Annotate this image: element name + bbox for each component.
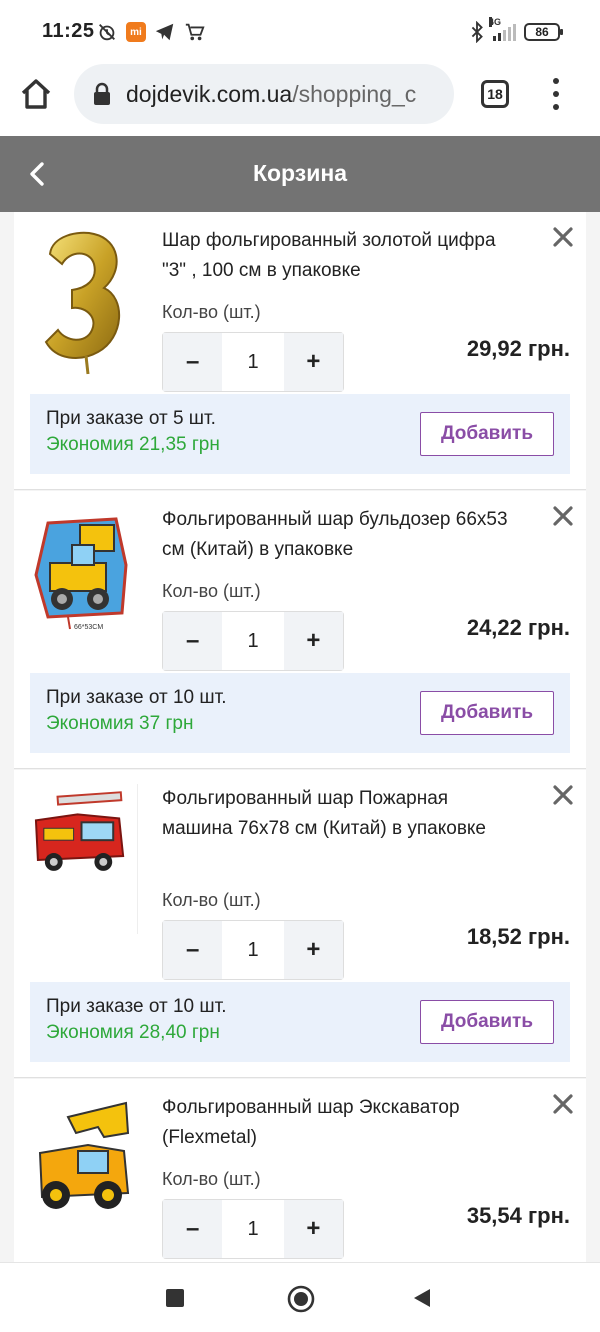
status-bar: 11:25 mi 4G 86 — [0, 0, 600, 64]
quantity-input[interactable]: 1 — [222, 612, 284, 670]
promo-savings: Экономия 28,40 грн — [46, 1022, 220, 1043]
increment-button[interactable]: + — [283, 1200, 343, 1258]
mi-app-icon: mi — [126, 22, 146, 42]
page-title: Корзина — [252, 160, 348, 186]
excavator-balloon-icon[interactable] — [28, 1093, 138, 1243]
bulk-discount-promo: При заказе от 5 шт. Экономия 21,35 грн Д… — [30, 394, 570, 474]
url-path: /shopping_c — [292, 80, 417, 107]
url-text: dojdevik.com.ua/shopping_c — [126, 81, 416, 108]
promo-condition: При заказе от 5 шт. — [46, 408, 216, 429]
signal-icon: 4G — [489, 17, 516, 41]
browser-toolbar: dojdevik.com.ua/shopping_c 18 — [0, 64, 600, 136]
page-header: Корзина — [0, 136, 600, 212]
item-price: 18,52 грн. — [466, 924, 570, 949]
qty-label: Кол-во (шт.) — [162, 581, 261, 601]
qty-label: Кол-во (шт.) — [162, 1169, 261, 1189]
recent-apps-icon[interactable] — [166, 1289, 184, 1307]
shopping-cart-icon — [185, 23, 205, 41]
fire-truck-balloon-icon[interactable] — [28, 784, 138, 934]
cart-item: Фольгированный шар Пожарная машина 76х78… — [14, 770, 586, 1078]
item-price: 35,54 грн. — [466, 1203, 570, 1228]
item-name[interactable]: Шар фольгированный золотой цифра "3" , 1… — [162, 226, 522, 286]
cart-item: Шар фольгированный золотой цифра "3" , 1… — [14, 212, 586, 490]
quantity-input[interactable]: 1 — [222, 333, 284, 391]
decrement-button[interactable]: – — [163, 921, 223, 979]
cart-list[interactable]: Шар фольгированный золотой цифра "3" , 1… — [0, 212, 600, 1262]
image-caption: 66*53CM — [74, 624, 103, 631]
status-system-icons: 4G 86 — [469, 17, 563, 46]
bulk-discount-promo: При заказе от 10 шт. Экономия 37 грн Доб… — [30, 673, 570, 753]
item-name[interactable]: Фольгированный шар Пожарная машина 76х78… — [162, 784, 522, 844]
promo-savings: Экономия 21,35 грн — [46, 434, 220, 455]
quantity-stepper: – 1 + — [162, 332, 344, 392]
alarm-off-icon — [99, 24, 115, 41]
close-icon[interactable] — [552, 226, 574, 248]
cart-item: Фольгированный шар Экскаватор (Flexmetal… — [14, 1079, 586, 1262]
network-type: 4G — [489, 17, 502, 27]
gold-number-3-balloon-icon[interactable] — [28, 226, 138, 376]
lock-icon — [94, 82, 110, 105]
bulk-discount-promo: При заказе от 10 шт. Экономия 28,40 грн … — [30, 982, 570, 1062]
bluetooth-icon — [471, 21, 483, 43]
promo-condition: При заказе от 10 шт. — [46, 687, 227, 708]
increment-button[interactable]: + — [283, 921, 343, 979]
overflow-menu-icon[interactable] — [546, 78, 566, 110]
quantity-input[interactable]: 1 — [222, 921, 284, 979]
close-icon[interactable] — [552, 784, 574, 806]
add-button[interactable]: Добавить — [420, 691, 554, 735]
decrement-button[interactable]: – — [163, 333, 223, 391]
quantity-stepper: – 1 + — [162, 1199, 344, 1259]
promo-savings: Экономия 37 грн — [46, 713, 194, 734]
qty-label: Кол-во (шт.) — [162, 302, 261, 322]
bulldozer-balloon-icon[interactable]: 66*53CM — [28, 505, 138, 655]
decrement-button[interactable]: – — [163, 1200, 223, 1258]
promo-condition: При заказе от 10 шт. — [46, 996, 227, 1017]
close-icon[interactable] — [552, 505, 574, 527]
url-domain: dojdevik.com.ua — [126, 80, 293, 107]
quantity-input[interactable]: 1 — [222, 1200, 284, 1258]
decrement-button[interactable]: – — [163, 612, 223, 670]
battery-indicator: 86 — [524, 23, 563, 41]
add-button[interactable]: Добавить — [420, 1000, 554, 1044]
quantity-stepper: – 1 + — [162, 920, 344, 980]
item-name[interactable]: Фольгированный шар бульдозер 66x53 см (К… — [162, 505, 522, 565]
back-triangle-icon[interactable] — [412, 1287, 432, 1309]
address-bar[interactable]: dojdevik.com.ua/shopping_c — [74, 64, 454, 124]
system-nav-bar — [0, 1262, 600, 1332]
status-time: 11:25 — [42, 20, 95, 42]
cart-item: 66*53CM Фольгированный шар бульдозер 66x… — [14, 491, 586, 769]
increment-button[interactable]: + — [283, 612, 343, 670]
quantity-stepper: – 1 + — [162, 611, 344, 671]
increment-button[interactable]: + — [283, 333, 343, 391]
close-icon[interactable] — [552, 1093, 574, 1115]
home-circle-icon[interactable] — [287, 1285, 315, 1313]
item-name[interactable]: Фольгированный шар Экскаватор (Flexmetal… — [162, 1093, 522, 1153]
home-icon[interactable] — [18, 76, 54, 112]
item-price: 29,92 грн. — [466, 336, 570, 361]
telegram-icon — [155, 23, 174, 41]
qty-label: Кол-во (шт.) — [162, 890, 261, 910]
tab-switcher-button[interactable]: 18 — [481, 80, 509, 108]
status-notification-icons: mi — [96, 20, 206, 44]
add-button[interactable]: Добавить — [420, 412, 554, 456]
item-price: 24,22 грн. — [466, 615, 570, 640]
